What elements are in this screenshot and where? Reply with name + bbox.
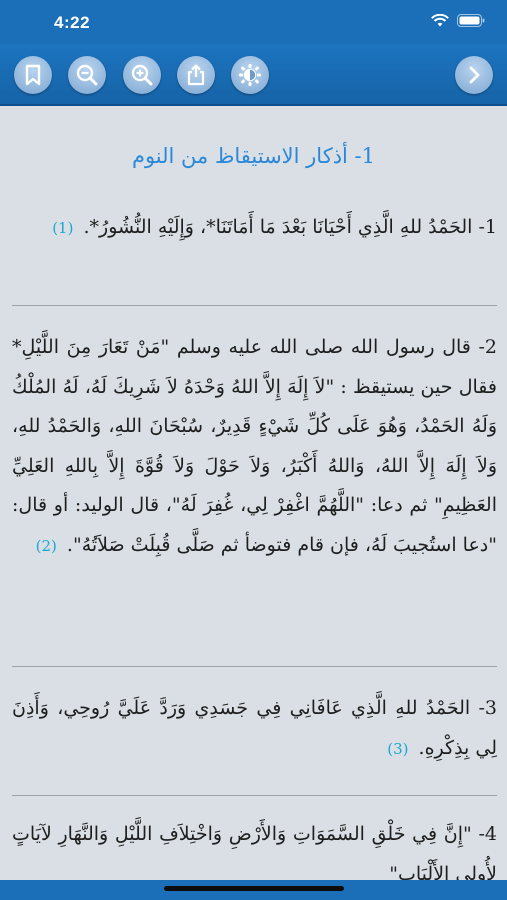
zoom-in-button[interactable] [123,56,161,94]
footnote-link[interactable]: (2) [36,537,57,555]
dhikr-item: 3- الحَمْدُ للهِ الَّذِي عَافَانِي فِي ج… [12,689,497,769]
bookmark-icon [25,64,41,86]
zoom-in-icon [131,64,153,86]
home-indicator[interactable] [164,886,344,891]
divider [12,795,497,796]
footnote-link[interactable]: (1) [52,219,73,237]
brightness-icon [239,64,261,86]
status-time: 4:22 [54,13,91,32]
zoom-out-icon [76,64,98,86]
dhikr-text: 3- الحَمْدُ للهِ الَّذِي عَافَانِي فِي ج… [12,697,497,759]
status-icons [431,14,485,27]
share-icon [187,64,205,86]
toolbar [0,44,507,106]
dhikr-text: 1- الحَمْدُ للهِ الَّذِي أَحْيَانَا بَعْ… [83,216,498,238]
status-bar: 4:22 [0,0,507,44]
dhikr-item: 4- "إِنَّ فِي خَلْقِ السَّمَوَاتِ وَالأَ… [12,815,497,880]
zoom-out-button[interactable] [68,56,106,94]
content-area[interactable]: 1- أذكار الاستيقاظ من النوم 1- الحَمْدُ … [0,106,507,880]
dhikr-text: 4- "إِنَّ فِي خَلْقِ السَّمَوَاتِ وَالأَ… [12,823,497,880]
next-button[interactable] [455,56,493,94]
dhikr-item: 1- الحَمْدُ للهِ الَّذِي أَحْيَانَا بَعْ… [12,208,497,249]
chevron-right-icon [469,66,480,84]
section-title: 1- أذكار الاستيقاظ من النوم [131,144,376,168]
divider [12,305,497,306]
battery-icon [457,14,485,27]
dhikr-text: 2- قال رسول الله صلى الله عليه وسلم "مَن… [12,336,497,556]
footnote-link[interactable]: (3) [387,740,408,758]
dhikr-item: 2- قال رسول الله صلى الله عليه وسلم "مَن… [12,328,497,566]
share-button[interactable] [177,56,215,94]
wifi-icon [431,14,449,27]
brightness-button[interactable] [231,56,269,94]
divider [12,666,497,667]
bookmark-button[interactable] [14,56,52,94]
